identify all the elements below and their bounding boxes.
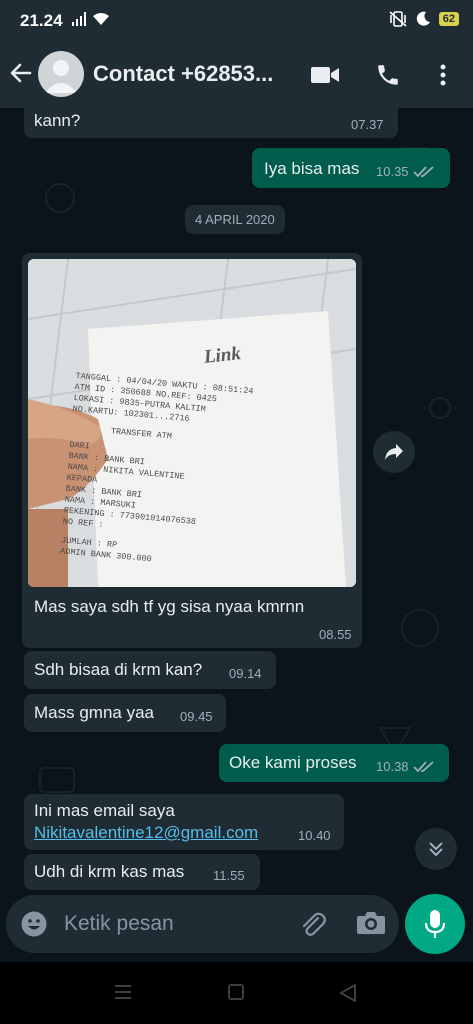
message-text: Sdh bisaa di krm kan? [34, 660, 203, 679]
status-time: 21.24 [20, 11, 63, 30]
scroll-to-bottom-button[interactable] [415, 828, 457, 870]
receipt-photo[interactable]: Link TANGGAL : 04/04/20 WAKTU : 08:51:24… [28, 259, 356, 587]
message-outgoing[interactable]: Iya bisa mas 10.35 [252, 148, 450, 188]
message-meta: 10.38 [376, 759, 435, 774]
emoji-icon [21, 911, 47, 937]
message-outgoing[interactable]: Oke kami proses 10.38 [219, 744, 449, 782]
message-incoming-image[interactable]: Link TANGGAL : 04/04/20 WAKTU : 08:51:24… [22, 253, 362, 648]
default-avatar-icon [45, 60, 77, 93]
wifi-icon [93, 13, 109, 25]
signal-icon [72, 12, 86, 26]
message-incoming[interactable]: Udh di krm kas mas 11.55 [24, 854, 260, 890]
status-notification-icons [72, 12, 110, 26]
message-time: 11.55 [213, 868, 245, 883]
voice-message-button[interactable] [405, 894, 465, 954]
message-incoming[interactable]: Mass gmna yaa 09.45 [24, 694, 226, 732]
message-time: 09.45 [180, 709, 213, 724]
message-incoming[interactable]: Ini mas email saya Nikitavalentine12@gma… [24, 794, 344, 850]
vibrate-icon [389, 11, 407, 27]
more-options-button[interactable] [428, 60, 458, 90]
phone-icon [378, 65, 398, 85]
voice-call-button[interactable] [373, 60, 403, 90]
camera-button[interactable] [356, 910, 386, 938]
message-time: 10.35 [376, 164, 409, 179]
message-time: 10.38 [376, 759, 409, 774]
message-time: 08.55 [319, 627, 352, 642]
date-separator: 4 APRIL 2020 [185, 205, 285, 234]
receipt-logo: Link [202, 343, 242, 368]
square-home-icon [228, 984, 244, 1000]
home-button[interactable] [228, 984, 244, 1005]
message-incoming[interactable]: kann? 07.37 [24, 108, 398, 138]
double-chevron-down-icon [429, 842, 443, 857]
paperclip-icon [302, 912, 326, 936]
forward-icon [385, 444, 403, 460]
chat-area[interactable]: kann? 07.37 Iya bisa mas 10.35 4 APRIL 2… [0, 108, 473, 894]
message-meta: 10.35 [376, 164, 435, 179]
status-bar: 21.24 62 [0, 0, 473, 40]
read-receipt-icon [412, 760, 434, 772]
email-link[interactable]: Nikitavalentine12@gmail.com [34, 823, 258, 843]
recents-button[interactable] [114, 984, 132, 1005]
video-call-button[interactable] [310, 60, 340, 90]
emoji-button[interactable] [20, 910, 48, 938]
message-text: Mas saya sdh tf yg sisa nyaa kmrnn [34, 597, 305, 616]
message-text: kann? [34, 111, 81, 130]
back-button[interactable] [338, 983, 356, 1007]
message-input[interactable]: Ketik pesan [64, 912, 174, 936]
contact-name[interactable]: Contact +62853... [93, 61, 273, 87]
chat-header: Contact +62853... [0, 40, 473, 108]
battery-indicator: 62 [438, 12, 459, 26]
forward-button[interactable] [373, 431, 415, 473]
kebab-menu-icon [440, 64, 446, 86]
microphone-icon [424, 910, 446, 938]
message-time: 09.14 [229, 666, 262, 681]
message-composer[interactable]: Ketik pesan [6, 895, 399, 953]
message-time: 07.37 [351, 117, 384, 132]
menu-lines-icon [115, 985, 131, 999]
receipt-text: TANGGAL : 04/04/20 WAKTU : 08:51:24 ATM … [60, 371, 305, 577]
message-text: Mass gmna yaa [34, 703, 154, 722]
avatar[interactable] [38, 51, 84, 97]
message-time: 10.40 [298, 828, 331, 843]
do-not-disturb-moon-icon [416, 11, 430, 26]
video-camera-icon [311, 67, 339, 83]
system-navigation-bar [0, 962, 473, 1024]
message-text: Iya bisa mas [264, 159, 360, 178]
message-text: Ini mas email saya [34, 801, 175, 820]
message-incoming[interactable]: Sdh bisaa di krm kan? 09.14 [24, 651, 276, 689]
back-arrow-icon[interactable] [8, 60, 34, 86]
attach-button[interactable] [298, 910, 328, 940]
message-text: Oke kami proses [229, 753, 357, 772]
read-receipt-icon [412, 165, 434, 177]
triangle-back-icon [338, 983, 356, 1003]
camera-icon [357, 912, 385, 934]
status-right: 62 [389, 11, 459, 27]
message-text: Udh di krm kas mas [34, 862, 185, 881]
